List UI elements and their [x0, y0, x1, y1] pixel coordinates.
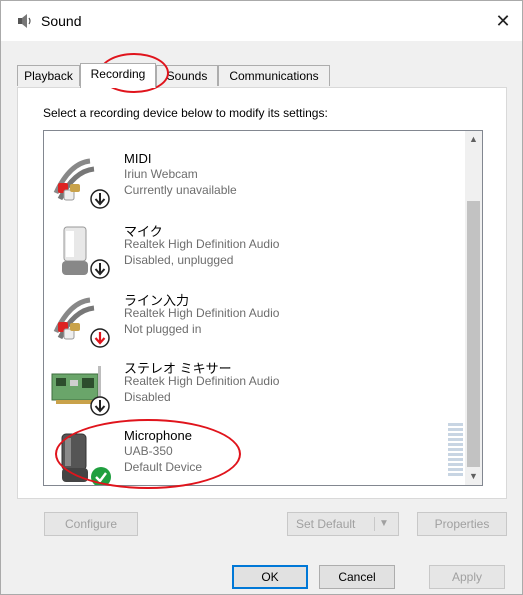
- device-status: Disabled: [124, 390, 171, 404]
- scroll-down-icon[interactable]: ▼: [465, 468, 482, 485]
- device-status: Disabled, unplugged: [124, 253, 234, 267]
- down-arrow-badge-icon: [90, 189, 110, 209]
- device-name: MIDI: [124, 151, 152, 166]
- device-driver: Realtek High Definition Audio: [124, 374, 280, 388]
- instruction-text: Select a recording device below to modif…: [43, 106, 328, 120]
- tab-playback[interactable]: Playback: [17, 65, 80, 86]
- ok-button[interactable]: OK: [232, 565, 308, 589]
- device-driver: Realtek High Definition Audio: [124, 306, 280, 320]
- input-level-meter: [448, 423, 463, 477]
- device-driver: Realtek High Definition Audio: [124, 237, 280, 251]
- device-status: Not plugged in: [124, 322, 202, 336]
- recording-panel: Select a recording device below to modif…: [17, 87, 507, 536]
- tab-communications[interactable]: Communications: [218, 65, 330, 86]
- device-name: Microphone: [124, 428, 192, 443]
- device-list-scrollbar[interactable]: ▲ ▼: [465, 131, 482, 485]
- device-item-midi[interactable]: MIDI Iriun Webcam Currently unavailable: [44, 147, 464, 215]
- device-item-line-in[interactable]: ライン入力 Realtek High Definition Audio Not …: [44, 286, 464, 354]
- speaker-icon: [18, 14, 31, 28]
- set-default-label: Set Default: [296, 517, 356, 531]
- window-title: Sound: [41, 13, 82, 29]
- scroll-thumb[interactable]: [467, 201, 480, 467]
- device-item-microphone[interactable]: Microphone UAB-350 Default Device: [44, 424, 464, 485]
- apply-button[interactable]: Apply: [429, 565, 505, 589]
- device-status: Currently unavailable: [124, 183, 237, 197]
- down-arrow-badge-icon: [90, 396, 110, 416]
- tab-sounds[interactable]: Sounds: [156, 65, 218, 86]
- device-driver: Iriun Webcam: [124, 167, 198, 181]
- cancel-button[interactable]: Cancel: [319, 565, 395, 589]
- tab-recording[interactable]: Recording: [80, 63, 156, 88]
- split-separator: [374, 517, 375, 531]
- configure-button[interactable]: Configure: [44, 512, 138, 536]
- device-item-stereo-mix[interactable]: ステレオ ミキサー Realtek High Definition Audio …: [44, 354, 464, 422]
- device-driver: UAB-350: [124, 444, 173, 458]
- red-down-arrow-badge-icon: [90, 328, 110, 348]
- properties-button[interactable]: Properties: [417, 512, 507, 536]
- scroll-up-icon[interactable]: ▲: [465, 131, 482, 148]
- chevron-down-icon[interactable]: ▼: [379, 513, 389, 535]
- sound-dialog: Sound ✕ Playback Recording Sounds Commun…: [0, 0, 523, 595]
- device-status: Default Device: [124, 460, 203, 474]
- title-bar: Sound ✕: [1, 1, 522, 41]
- down-arrow-badge-icon: [90, 259, 110, 279]
- close-button[interactable]: ✕: [488, 7, 518, 35]
- set-default-button[interactable]: Set Default ▼: [287, 512, 399, 536]
- device-item-maiku[interactable]: マイク Realtek High Definition Audio Disabl…: [44, 217, 464, 285]
- green-check-badge-icon: [91, 467, 111, 485]
- close-icon: ✕: [495, 11, 511, 31]
- device-list[interactable]: MIDI Iriun Webcam Currently unavailable …: [43, 130, 483, 486]
